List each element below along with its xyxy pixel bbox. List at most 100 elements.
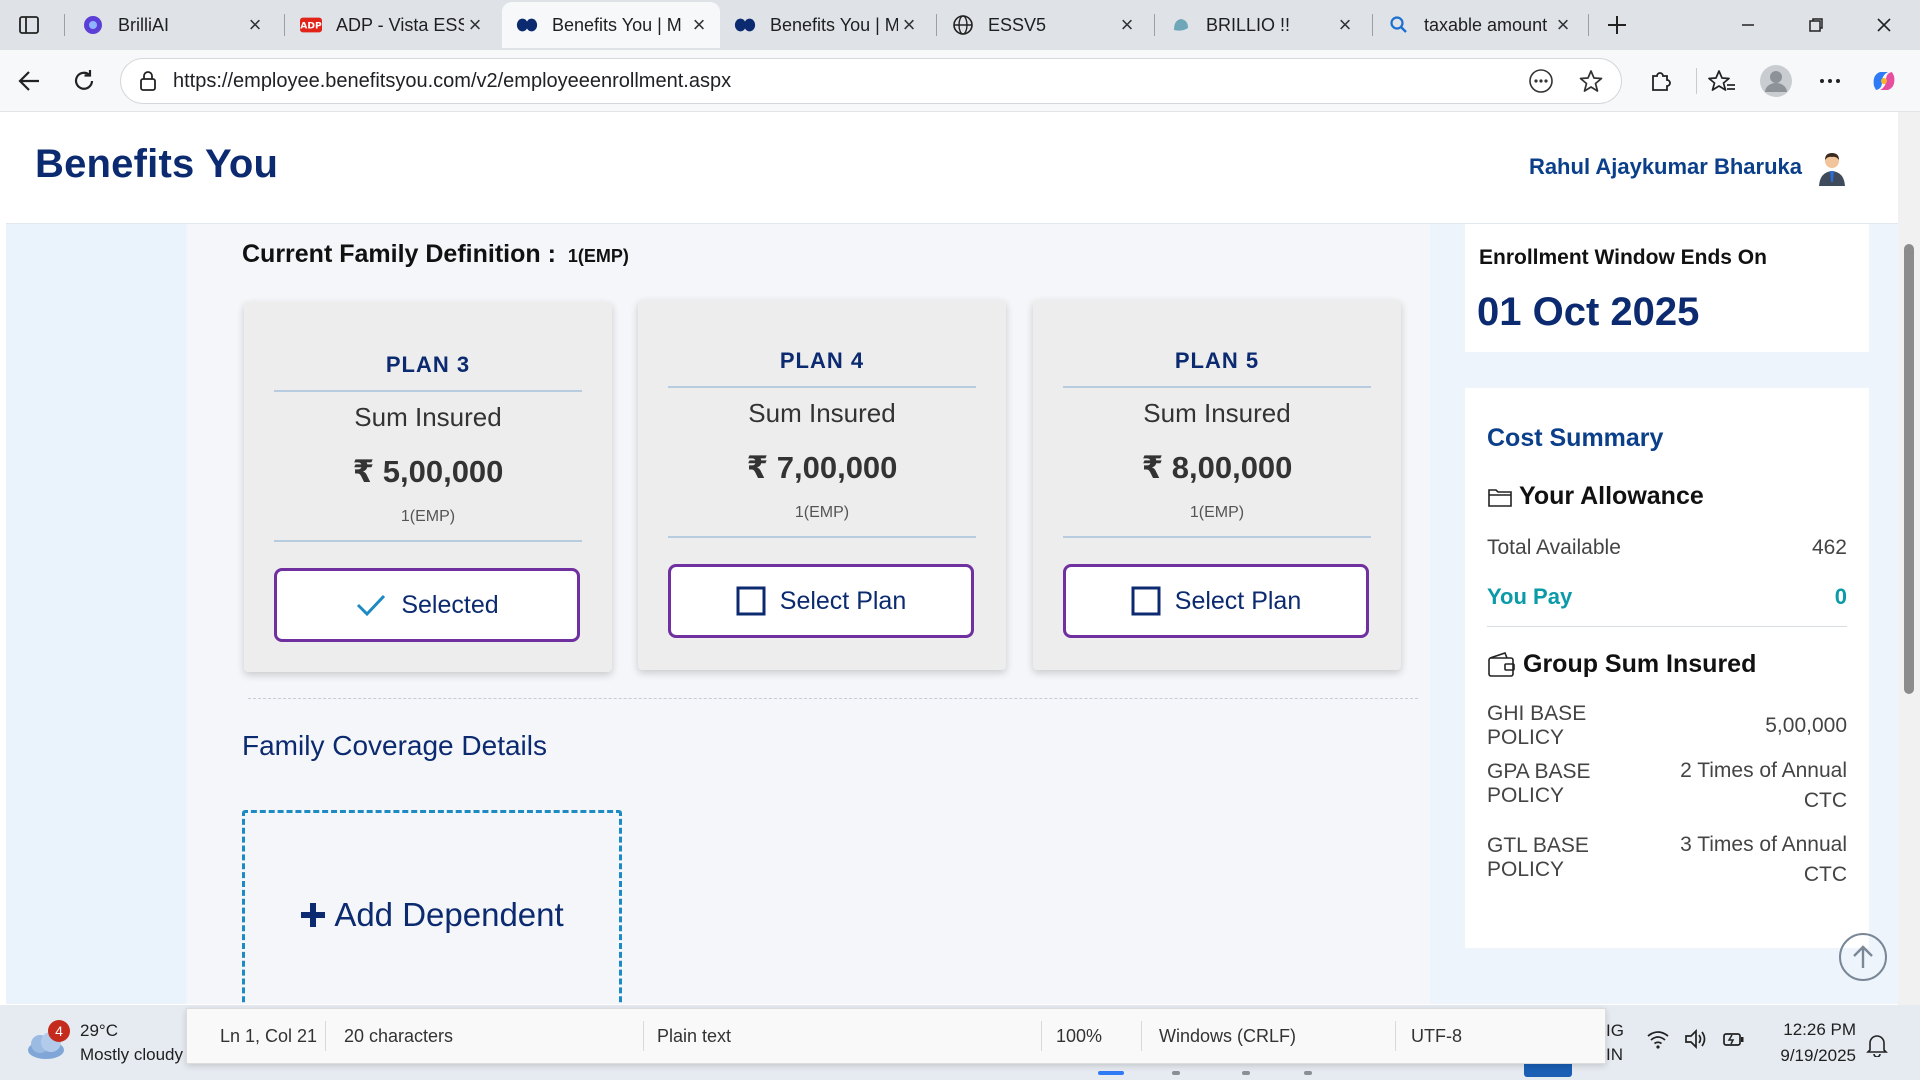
more-options-circle-icon[interactable]	[1521, 61, 1561, 101]
total-available-value: 462	[1811, 536, 1847, 559]
language-bottom: IN	[1606, 1045, 1623, 1064]
sum-insured-amount: ₹ 8,00,000	[1141, 450, 1293, 485]
select-plan-5-button[interactable]: Select Plan	[1063, 564, 1369, 638]
folder-icon	[1488, 488, 1512, 507]
temperature: 29°C	[80, 1021, 118, 1040]
weather-widget[interactable]: 4 29°C Mostly cloudy	[22, 1019, 183, 1067]
policy-label: GHI BASE POLICY	[1487, 702, 1587, 749]
system-tray	[1646, 1028, 1746, 1054]
close-tab-icon[interactable]: ×	[244, 12, 266, 37]
search-icon	[1388, 14, 1410, 36]
close-tab-icon[interactable]: ×	[1552, 12, 1574, 37]
selected-plan-button[interactable]: Selected	[274, 568, 580, 642]
page-scrollbar[interactable]	[1898, 112, 1920, 1005]
tab-title: ESSV5	[988, 14, 1047, 35]
lock-icon[interactable]	[133, 66, 163, 96]
file-format[interactable]: Plain text	[657, 1026, 731, 1047]
close-tab-icon[interactable]: ×	[688, 12, 710, 37]
sum-insured-label: Sum Insured	[748, 398, 896, 428]
clock-time: 12:26 PM	[1783, 1020, 1856, 1039]
user-avatar-icon[interactable]	[1812, 148, 1852, 188]
language-indicator[interactable]: IG IN	[1606, 1019, 1624, 1067]
brilliai-favicon-icon	[82, 14, 104, 36]
user-name[interactable]: Rahul Ajaykumar Bharuka	[1529, 154, 1802, 180]
web-page: Benefits You Rahul Ajaykumar Bharuka Cur…	[6, 112, 1898, 1004]
checkbox-icon	[1131, 586, 1161, 616]
address-bar[interactable]: https://employee.benefitsyou.com/v2/empl…	[120, 58, 1622, 104]
select-plan-4-button[interactable]: Select Plan	[668, 564, 974, 638]
profile-avatar-icon[interactable]	[1758, 63, 1794, 99]
tab-adp[interactable]: ADP ADP - Vista ESS ×	[286, 2, 496, 48]
group-sum-insured-title: Group Sum Insured	[1523, 650, 1757, 678]
checkmark-icon	[357, 594, 386, 617]
family-definition: Current Family Definition : 1(EMP)	[242, 240, 629, 269]
tab-title: BrilliAI	[118, 14, 170, 35]
sum-insured-label: Sum Insured	[354, 402, 502, 432]
minimize-icon[interactable]	[1722, 6, 1774, 44]
url-text[interactable]: https://employee.benefitsyou.com/v2/empl…	[173, 70, 1521, 93]
back-arrow-icon[interactable]	[12, 63, 48, 99]
tab-brilliai[interactable]: BrilliAI ×	[68, 2, 276, 48]
tab-strip: BrilliAI × ADP ADP - Vista ESS × Benefit…	[0, 0, 1920, 50]
site-header: Benefits You Rahul Ajaykumar Bharuka	[6, 112, 1898, 224]
brand-logo[interactable]: Benefits You	[35, 142, 278, 187]
left-rail	[6, 224, 186, 1004]
tab-benefits-active[interactable]: Benefits You | M ×	[502, 2, 720, 48]
add-dependent-button[interactable]: Add Dependent	[242, 810, 622, 1004]
copilot-icon[interactable]	[1866, 63, 1902, 99]
cost-summary-title: Cost Summary	[1487, 424, 1664, 452]
close-window-icon[interactable]	[1858, 6, 1910, 44]
system-clock[interactable]: 12:26 PM 9/19/2025	[1760, 1017, 1856, 1069]
scroll-to-top-button[interactable]	[1839, 933, 1887, 981]
tab-search[interactable]: taxable amount ×	[1374, 2, 1584, 48]
plan-card-4: PLAN 4 Sum Insured ₹ 7,00,000 1(EMP) Sel…	[638, 300, 1006, 670]
close-tab-icon[interactable]: ×	[464, 12, 486, 37]
enrollment-window-card: Enrollment Window Ends On 01 Oct 2025	[1465, 224, 1869, 352]
battery-icon[interactable]	[1722, 1029, 1746, 1054]
plus-icon	[301, 903, 326, 927]
brillio-favicon-icon	[1170, 14, 1192, 36]
family-definition-label: Current Family Definition :	[242, 240, 556, 268]
refresh-icon[interactable]	[66, 63, 102, 99]
add-dependent-label: Add Dependent	[334, 896, 564, 933]
favorites-icon[interactable]	[1704, 63, 1740, 99]
tab-actions-icon[interactable]	[14, 10, 44, 40]
sum-insured-amount: ₹ 5,00,000	[352, 454, 504, 489]
language-top: IG	[1606, 1021, 1624, 1040]
character-count: 20 characters	[344, 1026, 454, 1046]
group-sum-insured-header: Group Sum Insured	[1487, 650, 1756, 679]
extensions-icon[interactable]	[1642, 63, 1678, 99]
close-tab-icon[interactable]: ×	[1334, 12, 1356, 37]
tab-benefits[interactable]: Benefits You | M ×	[720, 2, 930, 48]
benefits-favicon-icon	[516, 14, 538, 36]
tab-title: ADP - Vista ESS	[336, 14, 464, 35]
plan-name: PLAN 4	[779, 348, 865, 373]
checkbox-icon	[736, 586, 766, 616]
line-ending[interactable]: Windows (CRLF)	[1159, 1026, 1296, 1047]
settings-more-icon[interactable]	[1812, 63, 1848, 99]
notification-bell-icon[interactable]	[1866, 1033, 1888, 1062]
new-tab-icon[interactable]	[1602, 10, 1632, 40]
volume-icon[interactable]	[1684, 1028, 1708, 1054]
tab-essv5[interactable]: ESSV5 ×	[938, 2, 1148, 48]
policy-label: GTL BASE POLICY	[1487, 834, 1589, 881]
weather-alert-badge: 4	[48, 1020, 70, 1042]
cursor-position[interactable]: Ln 1, Col 21	[220, 1026, 317, 1047]
favorite-star-icon[interactable]	[1571, 61, 1611, 101]
close-tab-icon[interactable]: ×	[1116, 12, 1138, 37]
cost-summary-card: Cost Summary Your Allowance Total Availa…	[1465, 388, 1869, 948]
plan-family-definition: 1(EMP)	[794, 504, 850, 521]
scrollbar-thumb[interactable]	[1904, 244, 1914, 694]
close-tab-icon[interactable]: ×	[898, 12, 920, 37]
plan-card-3: PLAN 3 Sum Insured ₹ 5,00,000 1(EMP) Sel…	[244, 302, 612, 672]
plan-button-label: Selected	[401, 590, 499, 619]
plan-card-5: PLAN 5 Sum Insured ₹ 8,00,000 1(EMP) Sel…	[1033, 300, 1401, 670]
wifi-icon[interactable]	[1646, 1029, 1670, 1054]
zoom-level[interactable]: 100%	[1056, 1026, 1102, 1047]
tab-brillio[interactable]: BRILLIO !! ×	[1156, 2, 1366, 48]
enrollment-end-date: 01 Oct 2025	[1477, 290, 1700, 334]
your-allowance-title: Your Allowance	[1519, 482, 1704, 510]
gtl-base-policy-row: GTL BASE POLICY 3 Times of Annual CTC	[1487, 833, 1847, 890]
restore-icon[interactable]	[1790, 6, 1842, 44]
file-encoding[interactable]: UTF-8	[1411, 1026, 1462, 1047]
